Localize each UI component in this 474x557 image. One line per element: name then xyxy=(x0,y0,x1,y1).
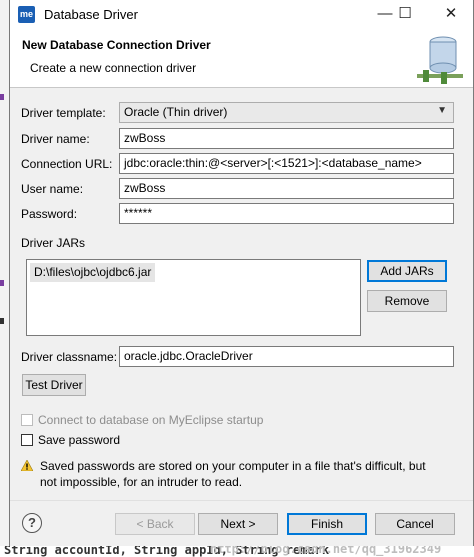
connection-url-label: Connection URL: xyxy=(21,157,113,171)
cancel-button[interactable]: Cancel xyxy=(375,513,455,535)
add-jars-button[interactable]: Add JARs xyxy=(367,260,447,282)
user-name-label: User name: xyxy=(21,182,84,196)
warning-icon xyxy=(21,460,33,471)
checkbox-box[interactable] xyxy=(21,434,33,446)
editor-marker xyxy=(0,94,4,100)
close-button[interactable]: ✕ xyxy=(436,0,466,30)
remove-jar-button[interactable]: Remove xyxy=(367,290,447,312)
watermark-text: http://blog.csdn.net/qq_31962349 xyxy=(210,546,442,556)
driver-template-label: Driver template: xyxy=(21,106,106,120)
database-driver-graphic-icon xyxy=(417,36,463,84)
driver-jars-label: Driver JARs xyxy=(21,236,86,250)
password-label: Password: xyxy=(21,207,78,221)
editor-marker xyxy=(0,280,4,286)
wizard-title: New Database Connection Driver xyxy=(22,38,211,52)
finish-button[interactable]: Finish xyxy=(287,513,367,535)
checkbox-box[interactable] xyxy=(21,414,33,426)
footer-divider xyxy=(10,500,473,501)
test-driver-button[interactable]: Test Driver xyxy=(22,374,86,396)
window-title: Database Driver xyxy=(44,7,138,22)
myeclipse-app-icon: me xyxy=(18,6,35,23)
editor-marker xyxy=(0,318,4,324)
driver-template-select[interactable]: Oracle (Thin driver) ▼ xyxy=(119,102,454,123)
connection-url-input[interactable]: jdbc:oracle:thin:@<server>[:<1521>]:<dat… xyxy=(119,153,454,174)
password-input[interactable]: ****** xyxy=(119,203,454,224)
wizard-header: New Database Connection Driver Create a … xyxy=(10,30,473,88)
connect-startup-label: Connect to database on MyEclipse startup xyxy=(38,413,264,427)
maximize-button[interactable]: ☐ xyxy=(390,0,420,30)
user-name-input[interactable]: zwBoss xyxy=(119,178,454,199)
title-bar[interactable]: me Database Driver — ☐ ✕ xyxy=(10,0,473,30)
driver-jars-list[interactable]: D:\files\ojbc\ojdbc6.jar xyxy=(26,259,361,336)
background-code-line: String accountId, String appId, String r… xyxy=(0,546,474,557)
next-button[interactable]: Next > xyxy=(198,513,278,535)
help-icon[interactable]: ? xyxy=(22,513,42,533)
save-password-label: Save password xyxy=(38,433,121,447)
back-button[interactable]: < Back xyxy=(115,513,195,535)
driver-name-label: Driver name: xyxy=(21,132,90,146)
list-item[interactable]: D:\files\ojbc\ojdbc6.jar xyxy=(30,263,156,282)
warning-text: Saved passwords are stored on your compu… xyxy=(40,459,426,489)
driver-name-input[interactable]: zwBoss xyxy=(119,128,454,149)
chevron-down-icon: ▼ xyxy=(437,105,447,116)
driver-classname-input[interactable]: oracle.jdbc.OracleDriver xyxy=(119,346,454,367)
driver-classname-label: Driver classname: xyxy=(21,350,118,364)
wizard-subtitle: Create a new connection driver xyxy=(30,61,197,75)
database-driver-dialog: me Database Driver — ☐ ✕ New Database Co… xyxy=(9,0,474,546)
driver-template-value: Oracle (Thin driver) xyxy=(124,105,228,119)
